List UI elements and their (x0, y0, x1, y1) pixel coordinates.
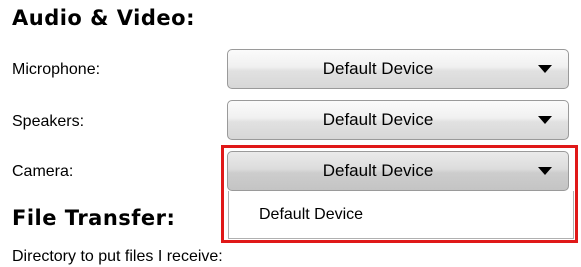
camera-selected-value: Default Device (322, 161, 434, 180)
audio-video-heading: Audio & Video: (12, 6, 195, 30)
chevron-down-icon (538, 116, 552, 124)
camera-select[interactable]: Default Device (227, 151, 569, 191)
chevron-down-icon (538, 65, 552, 73)
microphone-selected-value: Default Device (322, 59, 434, 78)
chevron-down-icon (538, 167, 552, 175)
camera-label: Camera: (12, 163, 74, 180)
file-transfer-heading: File Transfer: (12, 206, 176, 230)
speakers-selected-value: Default Device (322, 110, 434, 129)
camera-dropdown-menu: Default Device (228, 191, 574, 239)
microphone-label: Microphone: (12, 61, 101, 78)
camera-option-default-device[interactable]: Default Device (259, 206, 363, 224)
speakers-select[interactable]: Default Device (227, 100, 569, 140)
directory-label: Directory to put files I receive: (12, 248, 223, 265)
microphone-select[interactable]: Default Device (227, 49, 569, 89)
speakers-label: Speakers: (12, 113, 85, 130)
